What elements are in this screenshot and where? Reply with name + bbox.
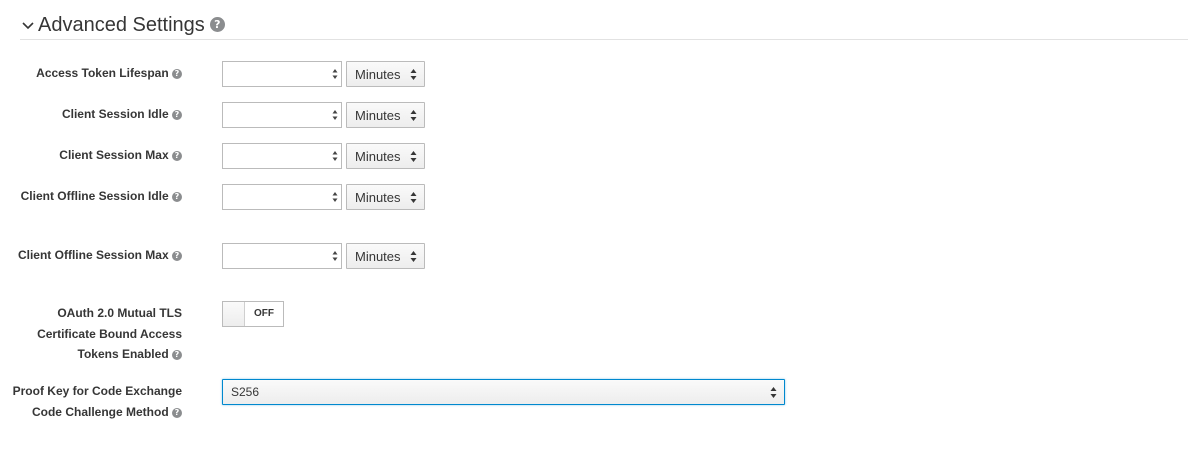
client-session-max-label: Client Session Max ?	[7, 145, 182, 166]
spinner-arrows-icon[interactable]	[332, 191, 338, 203]
select-arrows-icon	[410, 192, 417, 203]
mtls-label: OAuth 2.0 Mutual TLS Certificate Bound A…	[37, 306, 182, 361]
help-icon[interactable]: ?	[172, 251, 182, 261]
advanced-settings-header[interactable]: Advanced Settings ?	[20, 10, 1188, 40]
toggle-state-label: OFF	[254, 308, 274, 319]
spinner-arrows-icon[interactable]	[332, 109, 338, 121]
help-icon[interactable]: ?	[209, 17, 225, 32]
select-arrows-icon	[410, 251, 417, 262]
chevron-down-icon[interactable]	[20, 17, 36, 33]
help-icon[interactable]: ?	[172, 350, 182, 360]
select-arrows-icon	[770, 387, 777, 398]
client-offline-session-max-field[interactable]	[227, 245, 327, 267]
help-icon[interactable]: ?	[172, 151, 182, 161]
access-token-lifespan-unit-select[interactable]: Minutes	[346, 61, 425, 87]
help-icon[interactable]: ?	[172, 110, 182, 120]
access-token-lifespan-input[interactable]	[222, 61, 342, 87]
client-offline-session-max-unit-select[interactable]: Minutes	[346, 243, 425, 269]
client-session-idle-field[interactable]	[227, 104, 327, 126]
client-offline-session-max-label: Client Offline Session Max ?	[7, 245, 182, 266]
select-arrows-icon	[410, 110, 417, 121]
client-offline-session-max-input[interactable]	[222, 243, 342, 269]
pkce-method-select[interactable]: S256	[222, 379, 785, 405]
client-session-idle-unit-select[interactable]: Minutes	[346, 102, 425, 128]
toggle-knob[interactable]	[223, 302, 245, 326]
client-offline-session-idle-label: Client Offline Session Idle ?	[7, 186, 182, 207]
client-offline-session-idle-unit-select[interactable]: Minutes	[346, 184, 425, 210]
access-token-lifespan-label: Access Token Lifespan ?	[7, 63, 182, 84]
access-token-lifespan-field[interactable]	[227, 63, 327, 85]
spinner-arrows-icon[interactable]	[332, 68, 338, 80]
help-icon[interactable]: ?	[172, 192, 182, 202]
client-session-idle-input[interactable]	[222, 102, 342, 128]
spinner-arrows-icon[interactable]	[332, 150, 338, 162]
help-icon[interactable]: ?	[172, 407, 182, 418]
help-icon[interactable]: ?	[172, 69, 182, 79]
select-arrows-icon	[410, 151, 417, 162]
client-offline-session-idle-field[interactable]	[227, 186, 327, 208]
client-session-max-field[interactable]	[227, 145, 327, 167]
client-session-max-input[interactable]	[222, 143, 342, 169]
client-session-max-unit-select[interactable]: Minutes	[346, 143, 425, 169]
client-offline-session-idle-input[interactable]	[222, 184, 342, 210]
spinner-arrows-icon[interactable]	[332, 250, 338, 262]
pkce-label: Proof Key for Code Exchange Code Challen…	[12, 384, 182, 419]
section-title: Advanced Settings	[38, 13, 205, 36]
client-session-idle-label: Client Session Idle ?	[7, 104, 182, 125]
mtls-toggle[interactable]: OFF	[222, 301, 284, 327]
select-arrows-icon	[410, 69, 417, 80]
